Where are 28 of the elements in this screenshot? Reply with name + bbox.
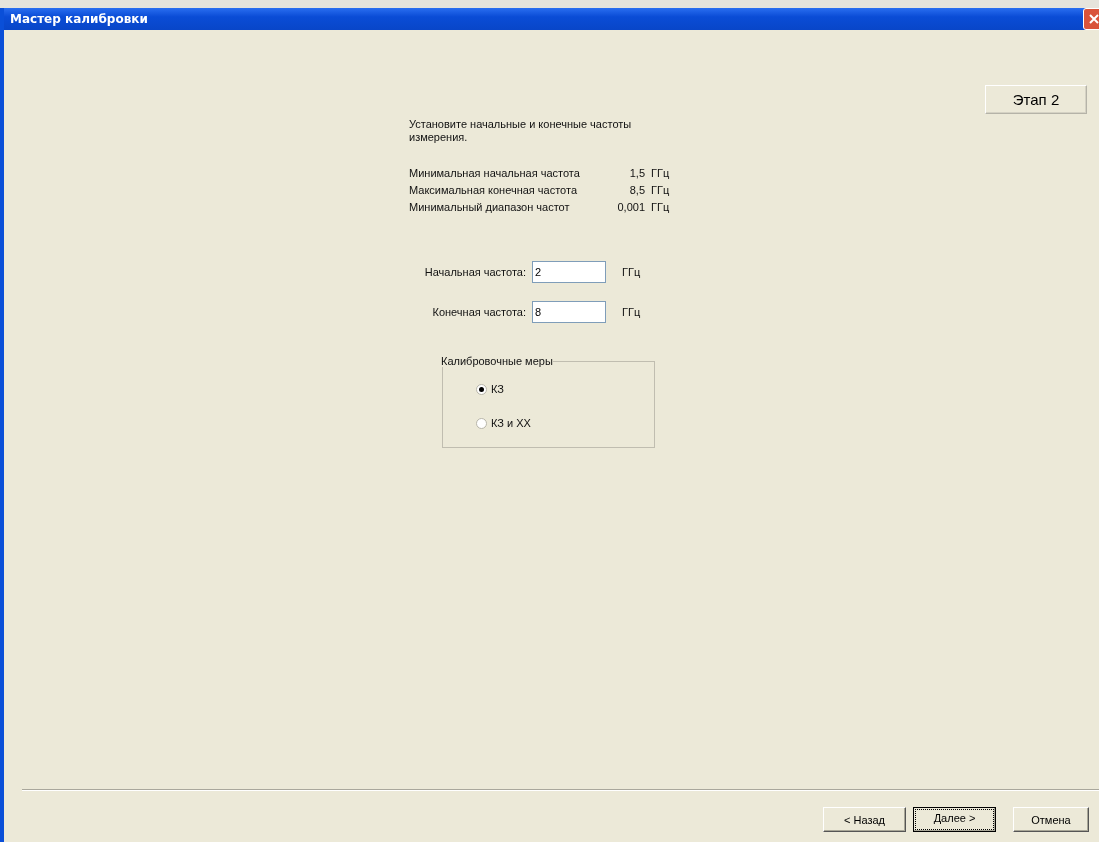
limit-value: 8,5 [628, 184, 646, 196]
group-title: Калибровочные меры [441, 355, 553, 367]
input-field[interactable]: 2 [532, 261, 606, 283]
instruction-text: Установите начальные и конечные частоты измерения. [409, 118, 633, 144]
limit-label: Минимальный диапазон частот [409, 201, 571, 213]
unit-label: ГГц [651, 201, 671, 213]
unit-label: ГГц [651, 167, 671, 179]
window-title: Мастер калибровки [10, 12, 148, 26]
radio-button[interactable] [476, 417, 487, 429]
option-label[interactable]: КЗ и ХХ [491, 417, 531, 429]
stage-label: Этап 2 [985, 85, 1087, 114]
radio-button[interactable] [476, 383, 487, 395]
next-button[interactable]: Далее > [913, 807, 996, 832]
limit-label: Максимальная конечная частота [409, 184, 578, 196]
limit-label: Минимальная начальная частота [409, 167, 581, 179]
close-button[interactable] [1083, 8, 1099, 30]
back-button[interactable]: < Назад [823, 807, 906, 832]
unit-label: ГГц [621, 266, 642, 278]
cancel-button[interactable]: Отмена [1013, 807, 1089, 832]
option-label[interactable]: КЗ [491, 383, 504, 395]
unit-label: ГГц [621, 306, 642, 318]
limit-value: 0,001 [616, 201, 646, 213]
field-label: Конечная частота: [431, 306, 527, 318]
unit-label: ГГц [651, 184, 671, 196]
field-label: Начальная частота: [423, 266, 527, 278]
limit-value: 1,5 [628, 167, 646, 179]
close-icon [1087, 12, 1099, 26]
input-field[interactable]: 8 [532, 301, 606, 323]
